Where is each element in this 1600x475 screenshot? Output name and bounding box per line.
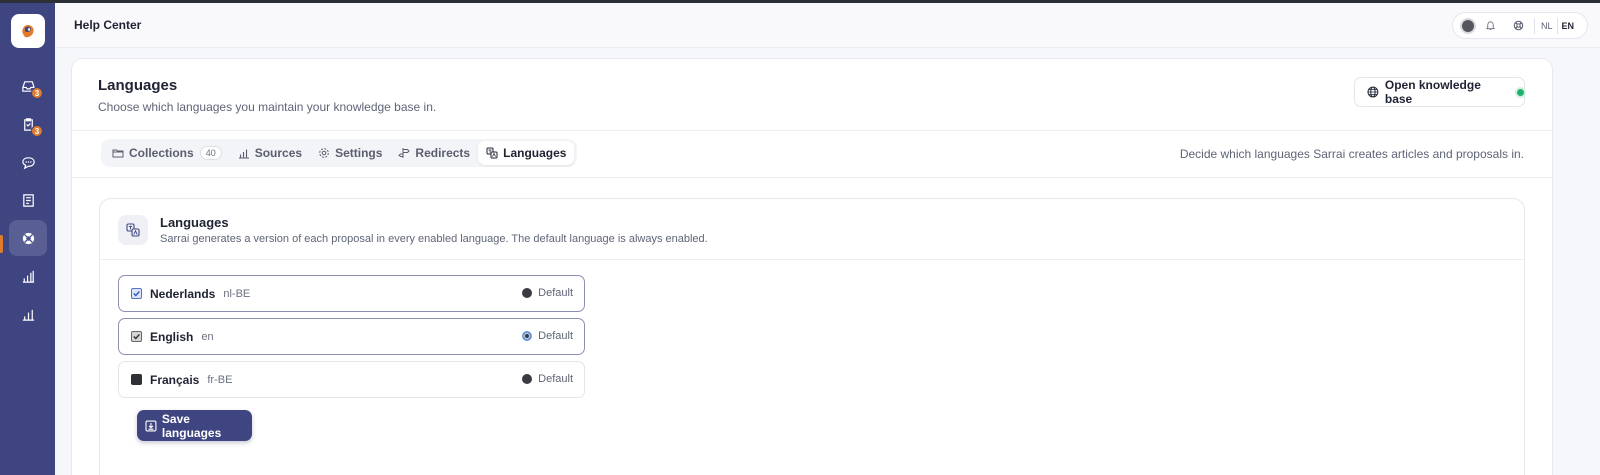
panel-description: Sarrai generates a version of each propo… (160, 233, 708, 245)
panel-title: Languages (160, 215, 229, 230)
tab-redirects-label: Redirects (415, 146, 471, 160)
check-icon (133, 334, 140, 340)
document-icon (22, 193, 34, 207)
panel-icon (118, 215, 148, 245)
default-option-nederlands[interactable]: Default (522, 287, 573, 299)
help-button[interactable] (1504, 16, 1532, 36)
language-row-english[interactable]: English en Default (118, 318, 585, 355)
tab-collections-label: Collections (129, 146, 194, 160)
open-knowledge-base-button[interactable]: Open knowledge base (1354, 77, 1525, 107)
signpost-icon (398, 148, 411, 158)
default-option-english[interactable]: Default (522, 330, 573, 342)
language-name: English (150, 329, 194, 344)
sidebar-item-inbox[interactable]: 3 (9, 68, 47, 104)
default-label: Default (538, 287, 573, 299)
language-checkbox-english (131, 331, 142, 342)
default-label: Default (538, 330, 573, 342)
sidebar: 3 3 (0, 3, 55, 475)
top-header: Help Center NL EN (55, 3, 1600, 48)
app-logo[interactable] (11, 14, 45, 48)
tab-languages[interactable]: Languages (478, 141, 575, 165)
bar-chart-icon (238, 149, 249, 159)
toolbar-divider (1534, 17, 1535, 34)
save-languages-label: Save languages (161, 411, 222, 440)
sidebar-item-analytics[interactable] (9, 258, 47, 294)
window-top-edge (0, 0, 1600, 3)
tab-bar: Collections 40 Sources Settings Redirect… (101, 139, 578, 167)
default-label: Default (538, 373, 573, 385)
logo-icon (22, 25, 34, 38)
knowledge-base-status-dot (1517, 88, 1524, 96)
chat-icon (21, 156, 35, 169)
language-code: nl-BE (223, 287, 251, 300)
language-row-nederlands[interactable]: Nederlands nl-BE Default (118, 275, 585, 312)
translate-icon (486, 147, 498, 159)
language-checkbox-francais[interactable] (131, 374, 142, 385)
active-nav-marker (0, 235, 3, 253)
notifications-button[interactable] (1476, 16, 1504, 36)
translate-icon (126, 223, 140, 237)
language-name: Nederlands (150, 286, 216, 301)
tabs-hint: Decide which languages Sarrai creates ar… (1179, 147, 1524, 161)
tab-sources[interactable]: Sources (230, 141, 310, 165)
divider (72, 130, 1552, 131)
default-radio[interactable] (522, 288, 533, 298)
language-checkbox-nederlands[interactable] (131, 288, 142, 299)
save-download-icon (145, 419, 157, 432)
avatar[interactable] (1460, 17, 1476, 34)
gear-icon (319, 148, 329, 158)
check-icon (133, 291, 140, 297)
tab-settings[interactable]: Settings (310, 141, 390, 165)
sidebar-item-reports[interactable] (9, 296, 47, 332)
tab-languages-label: Languages (503, 146, 567, 160)
tab-settings-label: Settings (335, 146, 383, 160)
tasks-badge: 3 (31, 125, 43, 137)
bar-chart-icon (22, 270, 34, 283)
language-row-francais[interactable]: Français fr-BE Default (118, 361, 585, 398)
language-en-button[interactable]: EN (1558, 21, 1579, 31)
sidebar-item-documents[interactable] (9, 182, 47, 218)
save-languages-button[interactable]: Save languages (137, 410, 252, 441)
bar-chart-icon (22, 309, 34, 321)
sidebar-item-chat[interactable] (9, 144, 47, 180)
folder-icon (112, 149, 124, 158)
divider (72, 177, 1552, 178)
languages-panel: Languages Sarrai generates a version of … (99, 198, 1525, 475)
language-nl-button[interactable]: NL (1537, 21, 1557, 31)
sidebar-item-tasks[interactable]: 3 (9, 106, 47, 142)
inbox-badge: 3 (31, 87, 43, 99)
page-subtitle: Choose which languages you maintain your… (98, 100, 437, 114)
open-knowledge-base-label: Open knowledge base (1384, 78, 1481, 106)
language-code: fr-BE (207, 373, 233, 386)
tab-redirects[interactable]: Redirects (390, 141, 478, 165)
lifebuoy-icon (22, 232, 34, 244)
sidebar-item-help-center[interactable] (9, 220, 47, 256)
language-code: en (201, 330, 214, 343)
lifebuoy-icon (1513, 20, 1523, 31)
main-card: Languages Choose which languages you mai… (71, 58, 1553, 475)
tab-collections[interactable]: Collections 40 (104, 141, 230, 165)
language-name: Français (150, 372, 200, 387)
header-title: Help Center (74, 18, 142, 32)
globe-icon (1367, 86, 1379, 98)
divider (100, 259, 1524, 260)
default-radio[interactable] (522, 374, 533, 384)
tab-collections-count: 40 (199, 146, 222, 160)
bell-icon (1485, 21, 1495, 30)
default-radio-selected[interactable] (522, 331, 533, 341)
default-option-francais[interactable]: Default (522, 373, 573, 385)
header-toolbar: NL EN (1452, 12, 1588, 39)
tab-sources-label: Sources (254, 146, 303, 160)
page-title: Languages (98, 77, 178, 94)
